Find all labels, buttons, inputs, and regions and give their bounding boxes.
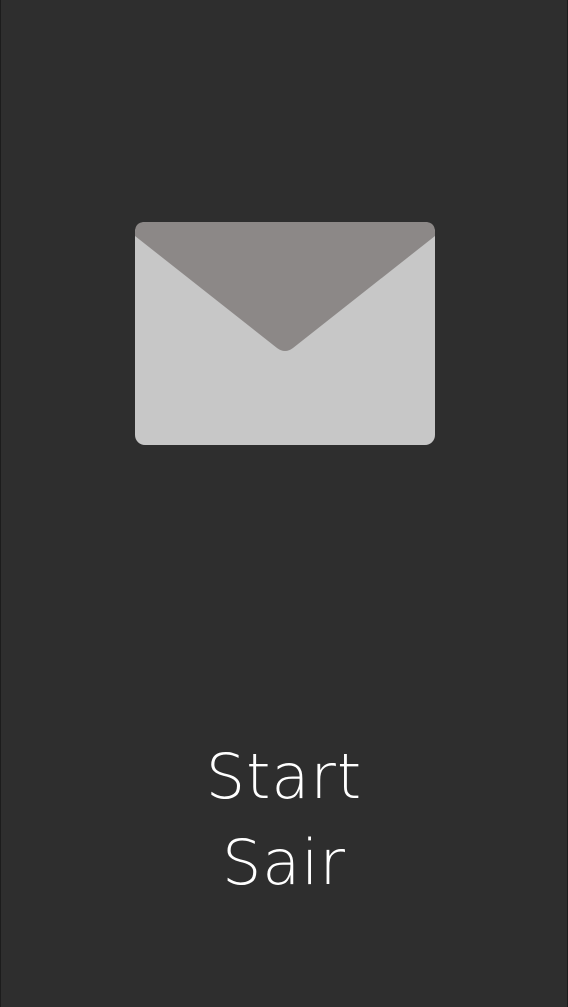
exit-button[interactable]: Sair <box>222 820 346 906</box>
envelope-icon <box>135 222 435 445</box>
start-button[interactable]: Start <box>206 734 362 820</box>
app-screen: Start Sair <box>0 0 568 1007</box>
main-menu: Start Sair <box>1 734 567 906</box>
